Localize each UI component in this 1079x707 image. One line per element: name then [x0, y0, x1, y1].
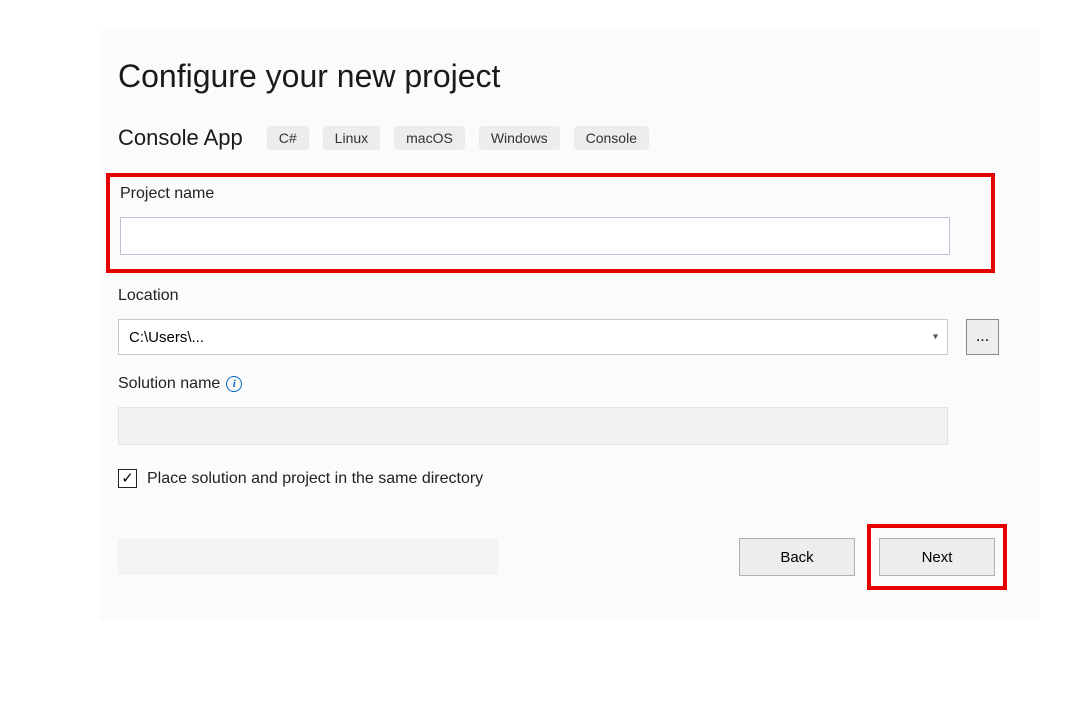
info-icon[interactable]: i [226, 376, 242, 392]
project-name-label: Project name [120, 185, 981, 203]
template-name: Console App [118, 125, 243, 151]
same-directory-label: Place solution and project in the same d… [147, 470, 483, 488]
solution-name-label: Solution name [118, 375, 220, 393]
footer-spacer [118, 539, 498, 575]
solution-name-group: Solution name i [112, 375, 999, 445]
page-title: Configure your new project [112, 58, 999, 95]
back-button[interactable]: Back [739, 538, 855, 576]
next-button-highlight: Next [867, 524, 1007, 590]
check-icon: ✓ [121, 471, 134, 486]
footer-row: Back Next [112, 534, 999, 580]
same-directory-checkbox[interactable]: ✓ [118, 469, 137, 488]
browse-button[interactable]: ... [966, 319, 999, 355]
configure-project-dialog: Configure your new project Console App C… [100, 30, 1039, 620]
location-group: Location ▾ ... [112, 287, 999, 355]
location-input[interactable] [118, 319, 948, 355]
location-label: Location [118, 287, 999, 305]
project-name-input[interactable] [120, 217, 950, 255]
tag-console: Console [574, 126, 649, 150]
next-button[interactable]: Next [879, 538, 995, 576]
tag-linux: Linux [323, 126, 380, 150]
template-info-row: Console App C# Linux macOS Windows Conso… [112, 125, 999, 151]
tag-macos: macOS [394, 126, 465, 150]
solution-name-input [118, 407, 948, 445]
project-name-highlight: Project name [106, 173, 995, 273]
tag-windows: Windows [479, 126, 560, 150]
tag-csharp: C# [267, 126, 309, 150]
same-directory-row[interactable]: ✓ Place solution and project in the same… [112, 469, 999, 488]
